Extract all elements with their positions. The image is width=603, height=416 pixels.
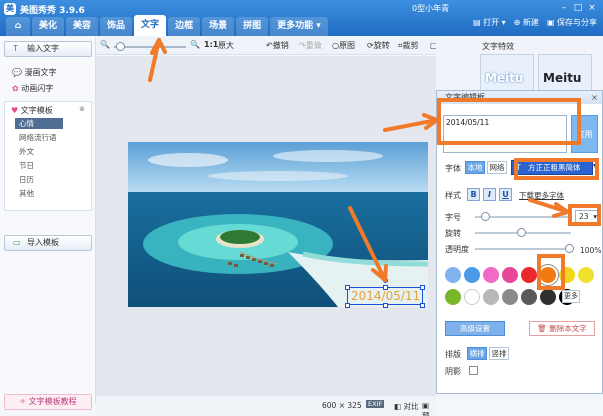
annotation-arrows (148, 38, 570, 282)
annotation-arrow-date (348, 206, 387, 282)
